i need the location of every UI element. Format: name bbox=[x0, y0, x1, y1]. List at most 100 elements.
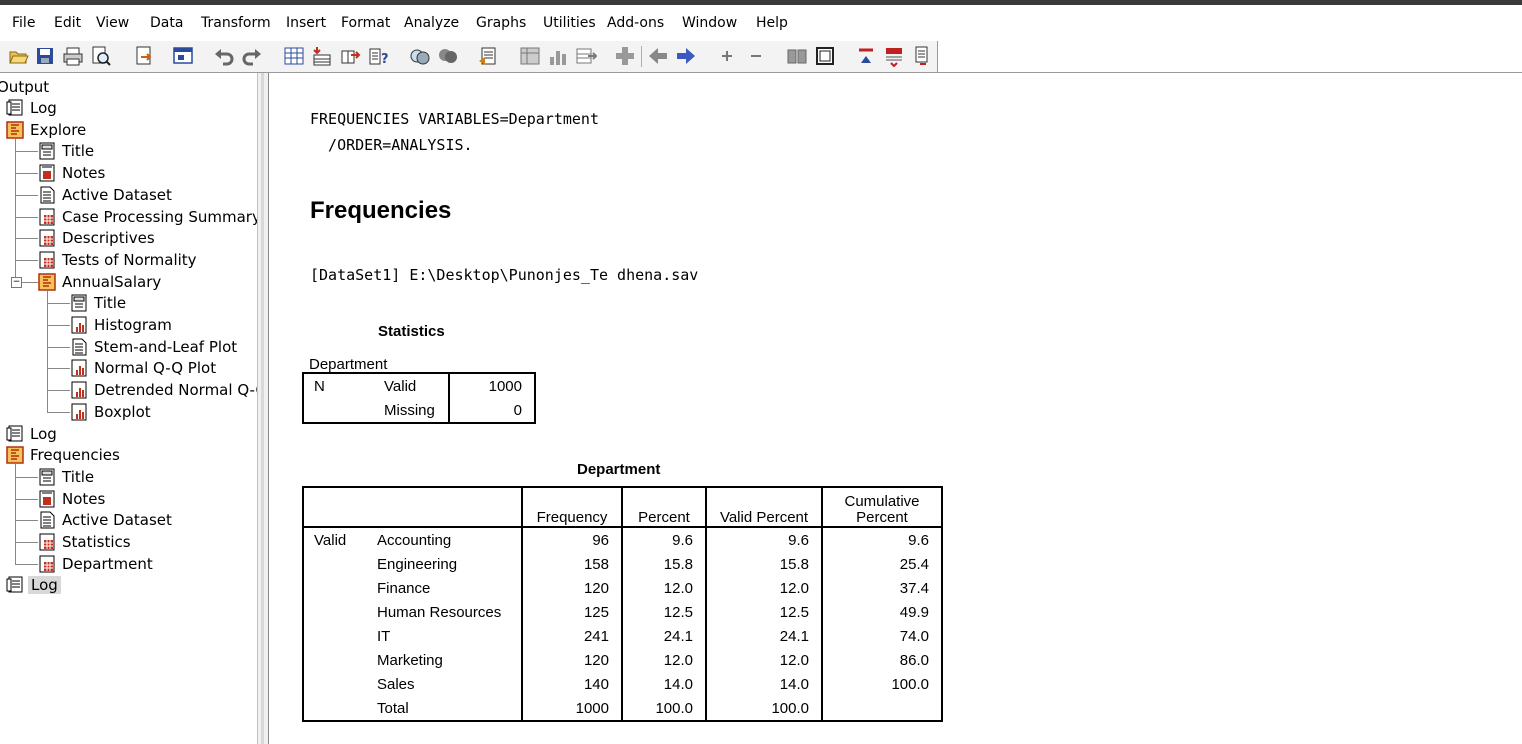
cumulative-percent-cell: 37.4 bbox=[899, 579, 929, 597]
menu-analyze[interactable]: Analyze bbox=[404, 15, 459, 31]
tree-connector bbox=[15, 542, 38, 543]
outline-item-label: Log bbox=[30, 99, 57, 117]
valid-percent-cell: 9.6 bbox=[706, 527, 823, 552]
cumulative-percent-cell: 100.0 bbox=[891, 675, 929, 693]
percent-cell: 100.0 bbox=[622, 696, 707, 721]
goto-case-icon[interactable] bbox=[311, 45, 333, 67]
print-preview-icon[interactable] bbox=[90, 45, 112, 67]
outline-item-label: Active Dataset bbox=[62, 185, 172, 204]
menu-data[interactable]: Data bbox=[150, 15, 183, 31]
table-row: Valid Accounting 96 9.6 9.6 9.6 bbox=[303, 527, 942, 552]
outline-item-label: AnnualSalary bbox=[62, 272, 162, 291]
outline-pane[interactable]: Output − Log Explore Title Notes Active Data… bbox=[0, 73, 257, 744]
department-table[interactable]: Frequency Percent Valid Percent Cumulati… bbox=[302, 486, 943, 722]
statistics-empty-cell bbox=[303, 398, 358, 423]
undo-icon[interactable] bbox=[213, 45, 235, 67]
promote-icon[interactable] bbox=[855, 45, 877, 67]
script-icon[interactable] bbox=[614, 45, 636, 67]
table-icon bbox=[38, 208, 56, 226]
redo-icon[interactable] bbox=[241, 45, 263, 67]
outline-item-label: Title bbox=[62, 142, 95, 161]
tree-connector bbox=[15, 173, 38, 175]
use-sets-icon[interactable] bbox=[409, 45, 431, 67]
collapse-icon[interactable] bbox=[745, 45, 767, 67]
row-label: Marketing bbox=[362, 648, 523, 672]
row-group-label bbox=[303, 648, 362, 672]
goto-data-icon[interactable] bbox=[283, 45, 305, 67]
recall-dialog-icon[interactable] bbox=[172, 45, 194, 67]
outline-item-label: Department bbox=[62, 554, 153, 573]
designate-window-icon[interactable] bbox=[477, 45, 499, 67]
valid-percent-cell: 100.0 bbox=[706, 696, 823, 721]
department-table-title[interactable]: Department bbox=[577, 461, 660, 478]
menu-transform[interactable]: Transform bbox=[201, 15, 271, 31]
menu-help[interactable]: Help bbox=[756, 15, 788, 31]
print-icon[interactable] bbox=[62, 45, 84, 67]
hide-icon[interactable] bbox=[814, 45, 836, 67]
statistics-table[interactable]: N Valid 1000 Missing 0 bbox=[302, 372, 536, 424]
table-row: Missing 0 bbox=[303, 398, 535, 423]
frequency-cell: 1000 bbox=[522, 696, 623, 721]
statistics-missing-value: 0 bbox=[513, 401, 522, 419]
back-icon[interactable] bbox=[647, 45, 669, 67]
menu-graphs[interactable]: Graphs bbox=[476, 15, 526, 31]
show-icon[interactable] bbox=[786, 45, 808, 67]
percent-cell: 15.8 bbox=[622, 552, 707, 576]
outline-item-label: Case Processing Summary bbox=[62, 207, 257, 226]
output-content-pane[interactable]: FREQUENCIES VARIABLES=Department /ORDER=… bbox=[269, 73, 1522, 744]
menu-bar: File Edit View Data Transform Insert For… bbox=[0, 5, 1522, 42]
tree-connector bbox=[15, 498, 38, 500]
pane-splitter[interactable] bbox=[257, 73, 269, 744]
menu-file[interactable]: File bbox=[12, 15, 35, 31]
show-all-variables-icon[interactable] bbox=[437, 45, 459, 67]
menu-view[interactable]: View bbox=[96, 15, 129, 31]
row-label: Finance bbox=[362, 576, 523, 600]
text-doc-icon bbox=[38, 511, 56, 529]
expand-icon[interactable] bbox=[716, 45, 738, 67]
menu-window[interactable]: Window bbox=[682, 15, 737, 31]
export-icon[interactable] bbox=[133, 45, 155, 67]
menu-format[interactable]: Format bbox=[341, 15, 390, 31]
menu-add-ons[interactable]: Add-ons bbox=[607, 15, 664, 31]
tree-connector bbox=[15, 194, 38, 196]
table-row: Human Resources 125 12.5 12.5 49.9 bbox=[303, 600, 942, 624]
pivot-icon[interactable] bbox=[519, 45, 541, 67]
menu-utilities[interactable]: Utilities bbox=[543, 15, 596, 31]
table-icon bbox=[38, 251, 56, 269]
table-row: IT 241 24.1 24.1 74.0 bbox=[303, 624, 942, 648]
header-percent: Percent bbox=[622, 487, 707, 528]
open-icon[interactable] bbox=[8, 45, 30, 67]
menu-insert[interactable]: Insert bbox=[286, 15, 326, 31]
title-icon bbox=[70, 294, 88, 312]
statistics-valid-label: Valid bbox=[358, 373, 450, 398]
collapse-toggle-icon[interactable]: − bbox=[11, 276, 22, 288]
menu-edit[interactable]: Edit bbox=[54, 15, 81, 31]
insert-heading-icon[interactable] bbox=[911, 45, 933, 67]
demote-icon[interactable] bbox=[883, 45, 905, 67]
statistics-missing-label: Missing bbox=[358, 398, 450, 423]
outline-item-label: Descriptives bbox=[62, 229, 155, 248]
header-empty-cell bbox=[303, 487, 523, 528]
row-group-label bbox=[303, 624, 362, 648]
outline-root-label: Output bbox=[0, 78, 50, 96]
page-title: Frequencies bbox=[310, 197, 452, 224]
statistics-title[interactable]: Statistics bbox=[378, 323, 445, 340]
statistics-valid-value: 1000 bbox=[488, 377, 522, 395]
table-row: Total 1000 100.0 100.0 bbox=[303, 696, 942, 721]
outline-item-label: Boxplot bbox=[94, 402, 151, 421]
percent-cell: 12.0 bbox=[622, 648, 707, 672]
save-icon[interactable] bbox=[34, 45, 56, 67]
table-icon bbox=[38, 555, 56, 573]
row-label: Engineering bbox=[362, 552, 523, 576]
chart-builder-icon[interactable] bbox=[547, 45, 569, 67]
forward-icon[interactable] bbox=[675, 45, 697, 67]
cumulative-percent-cell: 74.0 bbox=[899, 627, 929, 645]
goto-variable-icon[interactable] bbox=[339, 45, 361, 67]
tree-connector bbox=[47, 411, 70, 413]
percent-cell: 24.1 bbox=[622, 624, 707, 648]
variables-icon[interactable]: ? bbox=[367, 45, 389, 67]
chart-icon bbox=[70, 359, 88, 377]
select-cases-icon[interactable] bbox=[575, 45, 597, 67]
table-row: Engineering 158 15.8 15.8 25.4 bbox=[303, 552, 942, 576]
tree-connector bbox=[47, 325, 70, 326]
